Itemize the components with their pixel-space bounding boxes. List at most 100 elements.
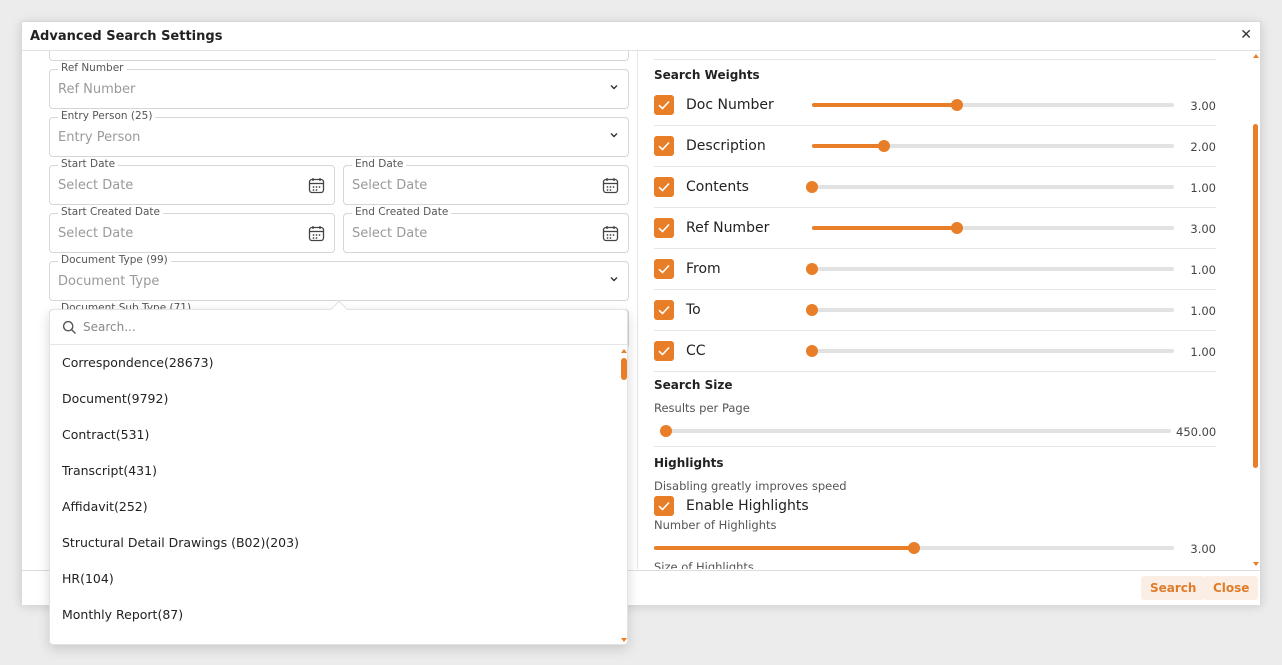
close-icon[interactable]: ✕ — [1240, 27, 1252, 43]
document-type-dropdown: Correspondence(28673) Document(9792) Contr… — [49, 300, 628, 645]
weight-slider-thumb[interactable] — [806, 304, 818, 316]
enable-highlights-label: Enable Highlights — [686, 498, 809, 514]
scroll-up-arrow[interactable] — [621, 349, 627, 353]
scroll-down-arrow[interactable] — [1253, 562, 1259, 566]
weight-slider-thumb[interactable] — [878, 140, 891, 152]
weight-value: 2.00 — [1190, 140, 1216, 154]
end-date-placeholder: Select Date — [352, 178, 428, 193]
weight-value: 1.00 — [1190, 181, 1216, 195]
weight-slider-fill — [812, 144, 885, 148]
document-type-label: Document Type (99) — [58, 254, 171, 266]
divider — [654, 330, 1216, 331]
results-per-page-thumb[interactable] — [660, 425, 672, 437]
weight-value: 1.00 — [1190, 304, 1216, 318]
divider — [654, 207, 1216, 208]
weight-slider[interactable] — [806, 181, 1174, 193]
start-date-picker[interactable]: Start Date Select Date — [49, 158, 335, 205]
dropdown-option[interactable]: Document(9792) — [62, 391, 168, 406]
weight-checkbox[interactable] — [654, 177, 674, 197]
weight-label: Ref Number — [686, 220, 770, 236]
weight-slider-thumb[interactable] — [806, 181, 818, 193]
enable-highlights-checkbox[interactable] — [654, 496, 674, 516]
scroll-up-arrow[interactable] — [1253, 54, 1259, 58]
weight-slider[interactable] — [806, 263, 1174, 275]
start-date-placeholder: Select Date — [58, 178, 134, 193]
search-size-title: Search Size — [654, 378, 733, 392]
document-type-select[interactable]: Document Type (99) Document Type — [49, 254, 629, 301]
number-of-highlights-slider[interactable] — [654, 542, 1174, 554]
weight-value: 3.00 — [1190, 99, 1216, 113]
scroll-down-arrow[interactable] — [621, 638, 627, 642]
weight-checkbox[interactable] — [654, 259, 674, 279]
dropdown-option[interactable]: Structural Detail Drawings (B02)(203) — [62, 535, 299, 550]
divider — [654, 166, 1216, 167]
weight-value: 1.00 — [1190, 263, 1216, 277]
check-icon — [658, 346, 670, 356]
check-icon — [658, 100, 670, 110]
number-of-highlights-value: 3.00 — [1190, 542, 1216, 556]
results-per-page-value: 450.00 — [1176, 425, 1217, 439]
start-created-date-placeholder: Select Date — [58, 226, 134, 241]
weight-slider-thumb[interactable] — [806, 263, 818, 275]
weight-checkbox[interactable] — [654, 136, 674, 156]
entry-person-select[interactable]: Entry Person (25) Entry Person — [49, 110, 629, 157]
dropdown-option[interactable]: Contract(531) — [62, 427, 149, 442]
check-icon — [658, 141, 670, 151]
weight-slider-fill — [812, 103, 957, 107]
weight-label: Description — [686, 138, 766, 154]
dropdown-search-bar — [50, 310, 627, 345]
close-button[interactable]: Close — [1204, 576, 1259, 600]
calendar-icon[interactable] — [308, 225, 325, 242]
entry-person-label: Entry Person (25) — [58, 110, 156, 122]
weight-value: 1.00 — [1190, 345, 1216, 359]
weight-slider[interactable] — [812, 140, 1174, 152]
end-created-date-label: End Created Date — [352, 206, 452, 218]
ref-number-label: Ref Number — [58, 62, 127, 74]
check-icon — [658, 264, 670, 274]
weight-slider-thumb[interactable] — [806, 345, 818, 357]
weight-checkbox[interactable] — [654, 95, 674, 115]
size-of-highlights-label: Size of Highlights — [654, 560, 754, 569]
dialog-titlebar: Advanced Search Settings ✕ — [22, 22, 1260, 51]
calendar-icon[interactable] — [602, 225, 619, 242]
weight-checkbox[interactable] — [654, 300, 674, 320]
entry-person-placeholder: Entry Person — [58, 130, 141, 145]
end-created-date-picker[interactable]: End Created Date Select Date — [343, 206, 629, 253]
divider — [654, 289, 1216, 290]
calendar-icon[interactable] — [602, 177, 619, 194]
right-panel-scrollbar-thumb[interactable] — [1253, 124, 1258, 468]
start-created-date-picker[interactable]: Start Created Date Select Date — [49, 206, 335, 253]
weight-label: To — [686, 302, 701, 318]
dropdown-option[interactable]: Affidavit(252) — [62, 499, 148, 514]
weight-checkbox[interactable] — [654, 341, 674, 361]
start-date-label: Start Date — [58, 158, 119, 170]
weight-slider-thumb[interactable] — [950, 222, 963, 234]
ref-number-select[interactable]: Ref Number Ref Number — [49, 62, 629, 109]
number-of-highlights-thumb[interactable] — [908, 542, 920, 554]
search-icon — [62, 320, 76, 334]
calendar-icon[interactable] — [308, 177, 325, 194]
weight-checkbox[interactable] — [654, 218, 674, 238]
weight-label: Contents — [686, 179, 749, 195]
weight-slider[interactable] — [812, 99, 1174, 111]
dropdown-option[interactable]: Monthly Report(87) — [62, 607, 183, 622]
number-of-highlights-label: Number of Highlights — [654, 518, 777, 532]
highlights-note: Disabling greatly improves speed — [654, 479, 847, 493]
weight-slider[interactable] — [812, 222, 1174, 234]
end-date-picker[interactable]: End Date Select Date — [343, 158, 629, 205]
weight-slider[interactable] — [806, 345, 1174, 357]
weight-slider[interactable] — [806, 304, 1174, 316]
start-created-date-label: Start Created Date — [58, 206, 163, 218]
dropdown-option[interactable]: Correspondence(28673) — [62, 355, 214, 370]
dropdown-search-input[interactable] — [81, 316, 581, 338]
check-icon — [658, 223, 670, 233]
weight-slider-thumb[interactable] — [950, 99, 963, 111]
results-per-page-slider[interactable] — [660, 425, 1171, 437]
weights-panel: Search Weights Doc Number 3.00 Description… — [639, 51, 1262, 569]
search-button[interactable]: Search — [1141, 576, 1206, 600]
weight-value: 3.00 — [1190, 222, 1216, 236]
dropdown-option[interactable]: HR(104) — [62, 571, 114, 586]
divider — [654, 125, 1216, 126]
dropdown-scrollbar-thumb[interactable] — [621, 358, 627, 380]
dropdown-option[interactable]: Transcript(431) — [62, 463, 157, 478]
